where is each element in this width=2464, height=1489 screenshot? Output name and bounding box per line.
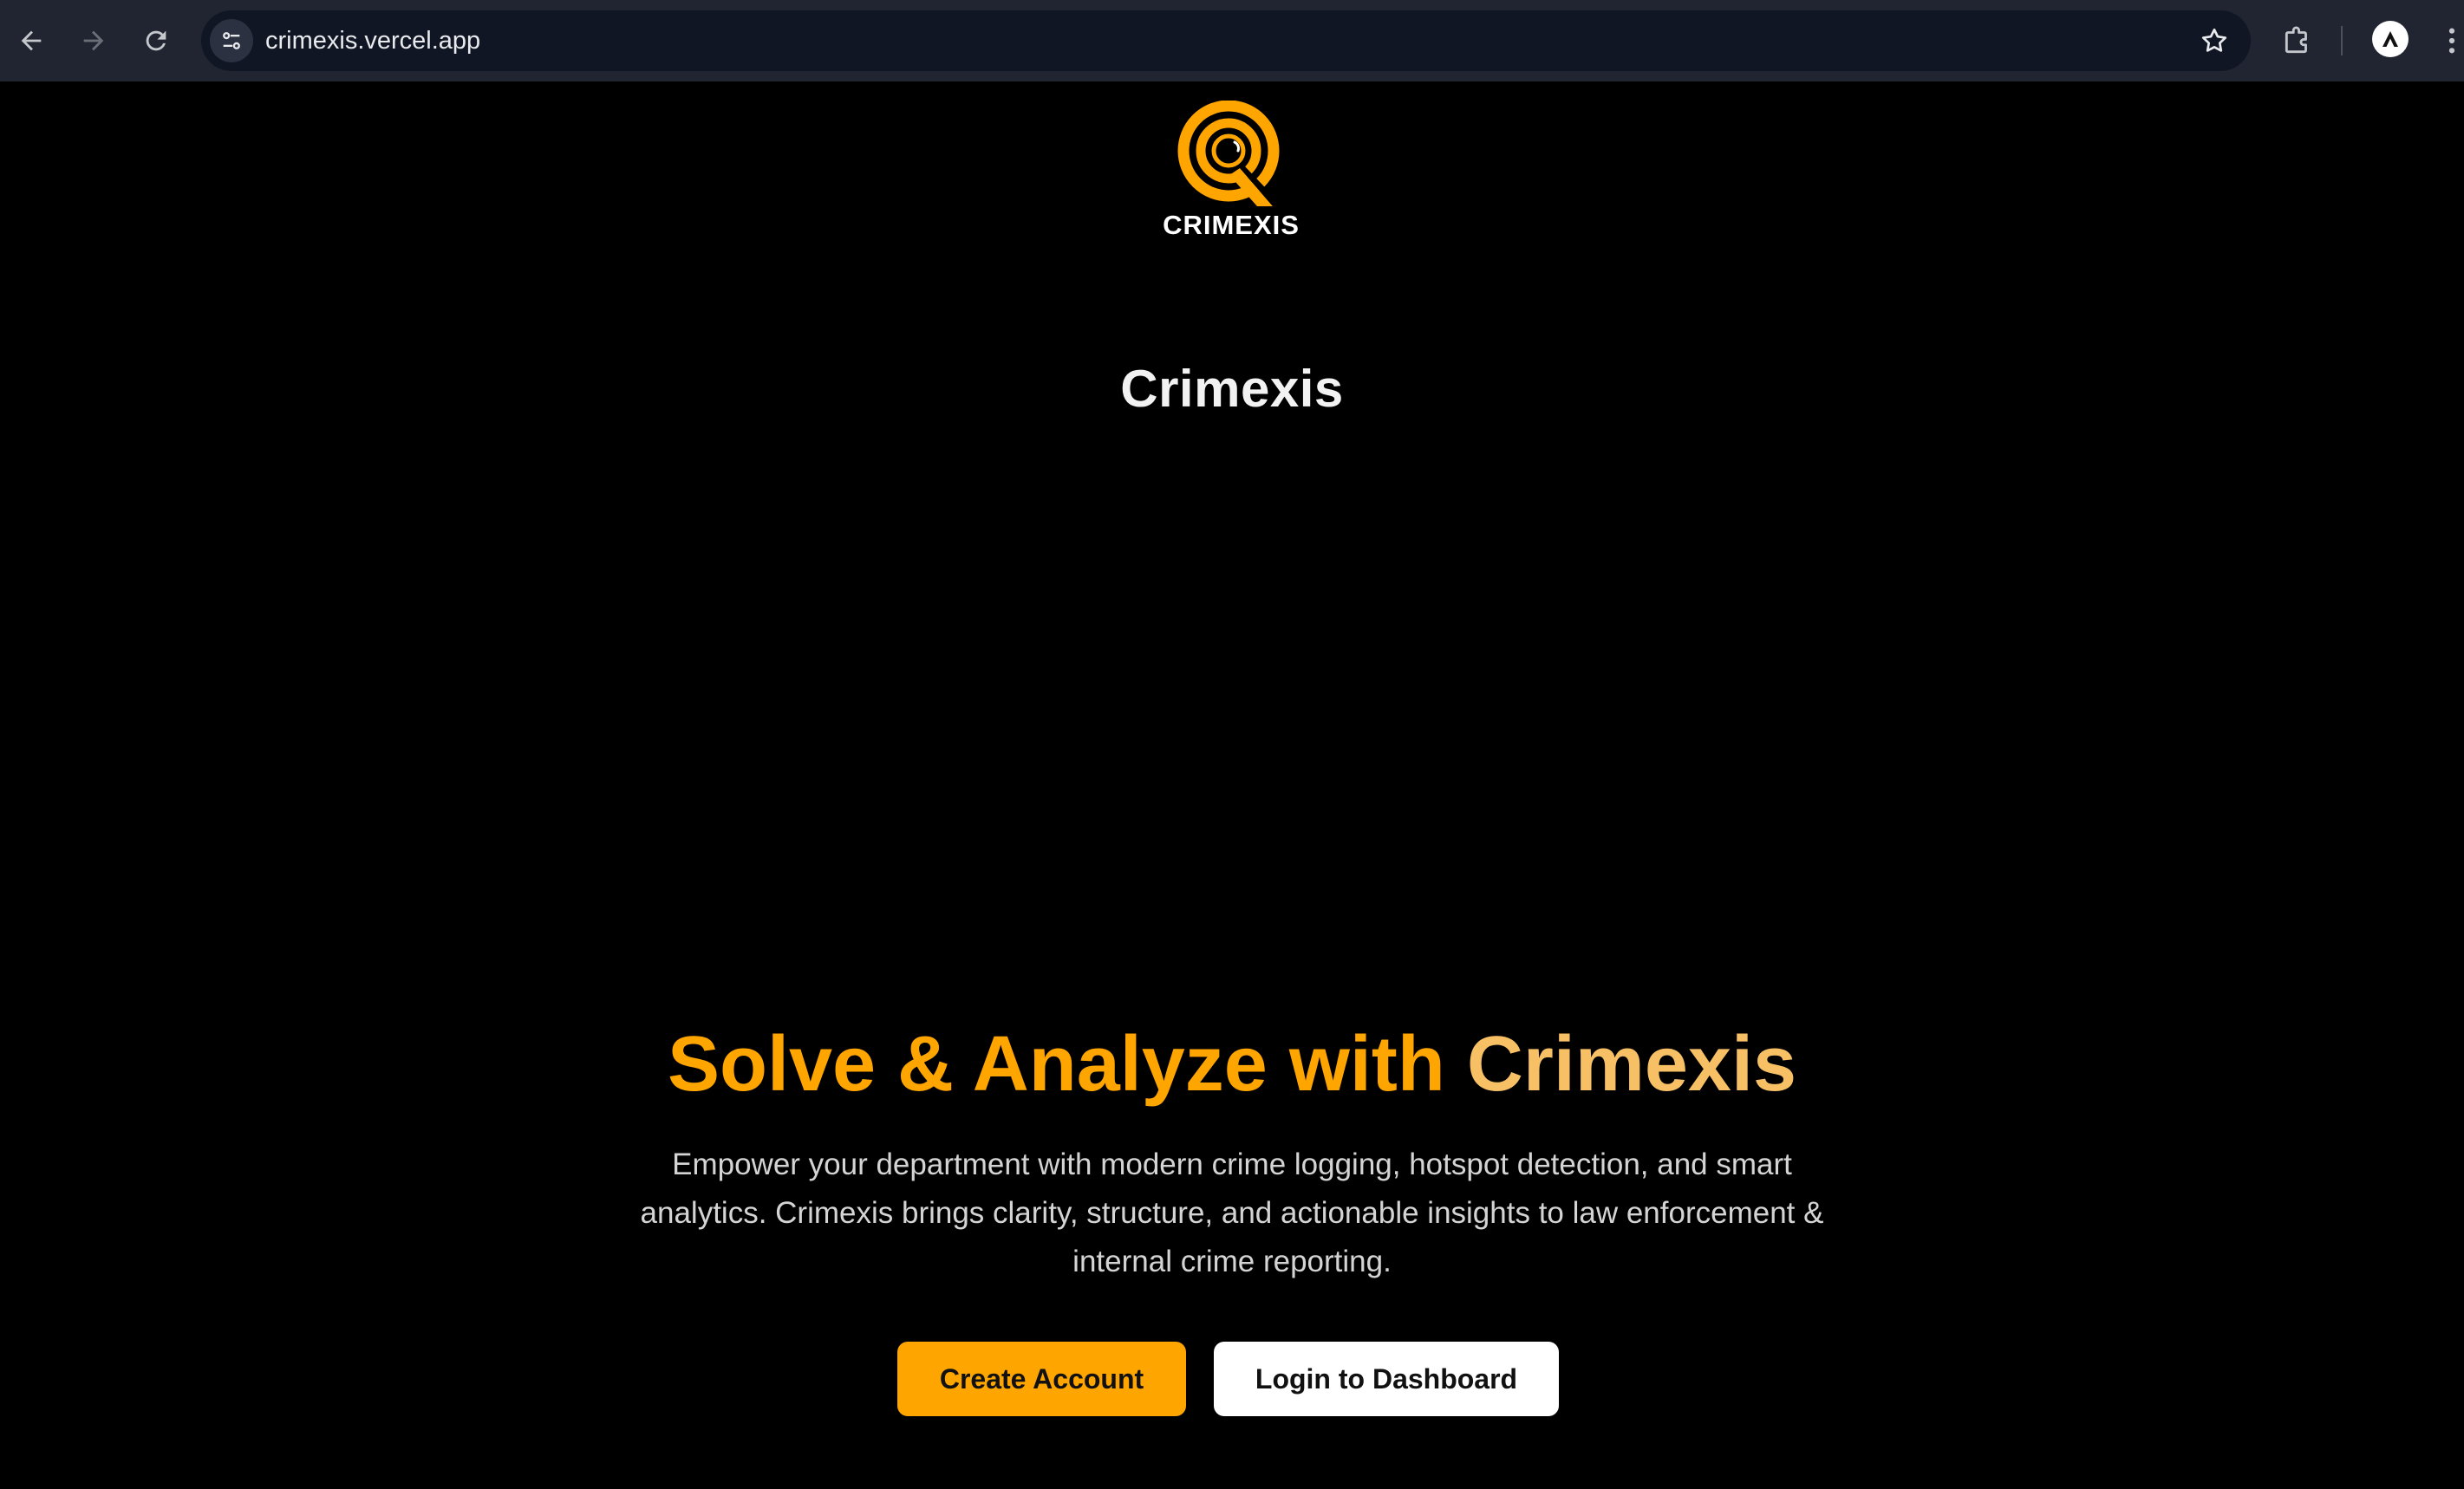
svg-text:CRIMEXIS: CRIMEXIS bbox=[1163, 210, 1300, 239]
profile-avatar[interactable] bbox=[2372, 21, 2409, 57]
crimexis-logo-icon: CRIMEXIS bbox=[1163, 100, 1300, 240]
brand-logo[interactable]: CRIMEXIS bbox=[1127, 100, 1335, 240]
browser-menu-button[interactable] bbox=[2440, 16, 2464, 65]
reload-button[interactable] bbox=[132, 16, 180, 65]
back-button[interactable] bbox=[7, 16, 55, 65]
reload-icon bbox=[146, 30, 166, 51]
puzzle-icon bbox=[2285, 26, 2307, 54]
page-content: CRIMEXIS Crimexis Solve & Analyze with C… bbox=[0, 81, 2464, 1489]
cta-buttons: Create Account Login to Dashboard bbox=[0, 1342, 2464, 1416]
site-info-button[interactable] bbox=[210, 19, 253, 62]
create-account-button[interactable]: Create Account bbox=[897, 1342, 1186, 1416]
login-dashboard-button[interactable]: Login to Dashboard bbox=[1214, 1342, 1559, 1416]
forward-button[interactable] bbox=[69, 16, 118, 65]
toolbar-divider bbox=[2341, 26, 2343, 55]
hero-heading: Solve & Analyze with Crimexis bbox=[0, 1020, 2464, 1109]
hero-heading-primary: Solve & Analyze with bbox=[667, 1021, 1467, 1108]
page-title: Crimexis bbox=[1120, 360, 1344, 418]
hero-description: Empower your department with modern crim… bbox=[640, 1148, 1824, 1278]
bookmark-button[interactable] bbox=[2197, 23, 2232, 58]
forward-arrow-icon bbox=[83, 30, 104, 51]
hero-heading-brand: Crimexis bbox=[1466, 1021, 1797, 1108]
browser-toolbar: crimexis.vercel.app bbox=[0, 0, 2464, 81]
star-icon bbox=[2201, 28, 2227, 52]
profile-logo-icon bbox=[2383, 31, 2398, 47]
address-bar[interactable]: crimexis.vercel.app bbox=[201, 10, 2251, 71]
extensions-button[interactable] bbox=[2273, 16, 2322, 65]
tune-icon bbox=[223, 32, 240, 49]
kebab-menu-icon bbox=[2448, 28, 2455, 54]
back-arrow-icon bbox=[21, 30, 42, 51]
url-text[interactable]: crimexis.vercel.app bbox=[265, 10, 480, 71]
